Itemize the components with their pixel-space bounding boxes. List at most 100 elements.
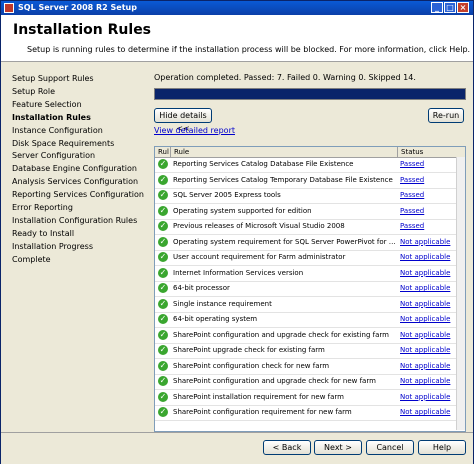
steps-sidebar: Setup Support Rules Setup Role Feature Sel…	[1, 62, 149, 432]
table-row[interactable]: ✓ 64-bit processor Not applicable	[155, 281, 465, 297]
rule-name: Operating system requirement for SQL Ser…	[173, 237, 397, 246]
check-circle-icon: ✓	[158, 376, 168, 386]
table-row[interactable]: ✓ SharePoint upgrade check for existing f…	[155, 343, 465, 359]
view-report-link[interactable]: View detailed report	[154, 126, 235, 135]
maximize-icon[interactable]: □	[444, 2, 456, 13]
check-circle-icon: ✓	[158, 174, 168, 185]
table-row[interactable]: ✓ Previous releases of Microsoft Visual S…	[155, 219, 465, 235]
rule-name: 64-bit operating system	[173, 315, 258, 323]
rule-name: 64-bit processor	[173, 284, 230, 292]
table-row[interactable]: ✓ 64-bit operating system Not applicable	[155, 312, 465, 328]
rule-name: SQL Server 2005 Express tools	[173, 191, 281, 199]
step-item: Database Engine Configuration	[12, 164, 137, 174]
rule-status-link[interactable]: Not applicable	[400, 300, 450, 308]
check-circle-icon: ✓	[158, 190, 168, 200]
main-panel: Operation completed. Passed: 7. Failed 0…	[150, 62, 473, 432]
check-circle-icon: ✓	[158, 221, 168, 231]
close-icon[interactable]: ×	[457, 2, 469, 13]
rule-status-link[interactable]: Passed	[400, 222, 424, 230]
step-item: Disk Space Requirements	[12, 138, 115, 148]
table-row[interactable]: ✓ SharePoint configuration check for new …	[155, 359, 465, 375]
check-circle-icon: ✓	[158, 298, 168, 309]
cancel-button[interactable]: Cancel	[366, 440, 414, 455]
step-item: Installation Progress	[12, 241, 93, 251]
col-rule-header[interactable]: Rule	[174, 148, 189, 156]
rule-status-link[interactable]: Not applicable	[400, 253, 450, 261]
check-circle-icon: ✓	[158, 267, 168, 278]
table-row[interactable]: ✓ SharePoint installation requirement for…	[155, 390, 465, 406]
setup-window: SQL Server 2008 R2 Setup _ □ × Installat…	[0, 0, 474, 464]
step-item: Ready to Install	[12, 228, 75, 238]
rule-status-link[interactable]: Not applicable	[400, 362, 450, 370]
rules-table: Rul Rule Status ✓ Reporting Services Cata…	[154, 146, 466, 432]
table-row[interactable]: ✓ Reporting Services Catalog Database Fil…	[155, 157, 465, 173]
progress-fill	[155, 89, 465, 99]
table-row[interactable]: ✓ Operating system supported for edition P…	[155, 204, 465, 220]
check-circle-icon: ✓	[158, 345, 168, 355]
hide-details-button[interactable]: Hide details <<	[154, 108, 212, 133]
rule-name: SharePoint configuration and upgrade che…	[173, 377, 376, 385]
window-title: SQL Server 2008 R2 Setup	[18, 3, 137, 12]
step-item: Setup Support Rules	[12, 74, 94, 83]
step-item: Installation Rules	[12, 112, 91, 122]
table-scrollbar[interactable]	[456, 157, 465, 430]
help-button[interactable]: Help	[418, 440, 466, 455]
next-button[interactable]: Next >	[314, 440, 362, 455]
step-item: Setup Role	[12, 86, 56, 96]
check-circle-icon: ✓	[158, 407, 168, 417]
rule-status-link[interactable]: Passed	[400, 160, 424, 168]
check-circle-icon: ✓	[158, 283, 168, 293]
page-title: Installation Rules	[13, 22, 152, 38]
table-row[interactable]: ✓ SharePoint configuration and upgrade ch…	[155, 374, 465, 390]
step-item: Feature Selection	[12, 99, 82, 109]
minimize-icon[interactable]: _	[431, 2, 443, 13]
rule-status-link[interactable]: Not applicable	[400, 408, 450, 416]
rule-status-link[interactable]: Not applicable	[400, 269, 450, 277]
rule-name: Operating system supported for edition	[173, 206, 312, 215]
table-row[interactable]: ✓ SQL Server 2005 Express tools Passed	[155, 188, 465, 204]
rule-status-link[interactable]: Not applicable	[400, 393, 450, 401]
check-circle-icon: ✓	[158, 236, 168, 247]
table-row[interactable]: ✓ Internet Information Services version No…	[155, 266, 465, 282]
rule-name: User account requirement for Farm admini…	[173, 253, 346, 261]
rule-name: SharePoint configuration and upgrade che…	[173, 330, 389, 339]
col-icon-header[interactable]: Rul	[158, 148, 169, 156]
step-item: Server Configuration	[12, 151, 96, 161]
rule-name: Previous releases of Microsoft Visual St…	[173, 222, 345, 230]
rule-status-link[interactable]: Not applicable	[400, 346, 450, 354]
back-button[interactable]: < Back	[263, 440, 311, 455]
table-row[interactable]: ✓ SharePoint configuration requirement fo…	[155, 405, 465, 421]
rule-status-link[interactable]: Not applicable	[400, 331, 450, 339]
footer: < Back Next > Cancel Help	[1, 432, 473, 464]
operation-status: Operation completed. Passed: 7. Failed 0…	[154, 73, 416, 82]
page-header: Installation Rules Setup is running rule…	[1, 15, 473, 62]
check-circle-icon: ✓	[158, 314, 168, 324]
rule-status-link[interactable]: Not applicable	[400, 284, 450, 292]
check-circle-icon: ✓	[158, 205, 168, 216]
rule-name: Internet Information Services version	[173, 268, 304, 277]
step-item: Complete	[12, 254, 51, 264]
rule-name: Reporting Services Catalog Temporary Dat…	[173, 175, 393, 184]
rule-status-link[interactable]: Not applicable	[400, 315, 450, 323]
step-item: Installation Configuration Rules	[12, 215, 138, 225]
rule-name: Reporting Services Catalog Database File…	[173, 160, 354, 168]
table-row[interactable]: ✓ Operating system requirement for SQL Se…	[155, 235, 465, 251]
check-circle-icon: ✓	[158, 360, 168, 371]
step-item: Reporting Services Configuration	[12, 190, 144, 200]
table-row[interactable]: ✓ Single instance requirement Not applicab…	[155, 297, 465, 313]
rule-name: Single instance requirement	[173, 299, 272, 308]
title-bar[interactable]: SQL Server 2008 R2 Setup _ □ ×	[1, 1, 473, 15]
rule-status-link[interactable]: Not applicable	[400, 377, 450, 385]
rule-status-link[interactable]: Passed	[400, 176, 424, 184]
rule-name: SharePoint configuration requirement for…	[173, 408, 352, 416]
table-row[interactable]: ✓ Reporting Services Catalog Temporary Da…	[155, 173, 465, 189]
check-circle-icon: ✓	[158, 329, 168, 340]
rule-status-link[interactable]: Not applicable	[400, 238, 450, 246]
rule-status-link[interactable]: Passed	[400, 207, 424, 215]
table-row[interactable]: ✓ User account requirement for Farm admin…	[155, 250, 465, 266]
rule-name: SharePoint upgrade check for existing fa…	[173, 346, 325, 354]
rule-status-link[interactable]: Passed	[400, 191, 424, 199]
table-row[interactable]: ✓ SharePoint configuration and upgrade ch…	[155, 328, 465, 344]
col-status-header[interactable]: Status	[401, 148, 423, 156]
rerun-button[interactable]: Re-run	[428, 108, 464, 123]
